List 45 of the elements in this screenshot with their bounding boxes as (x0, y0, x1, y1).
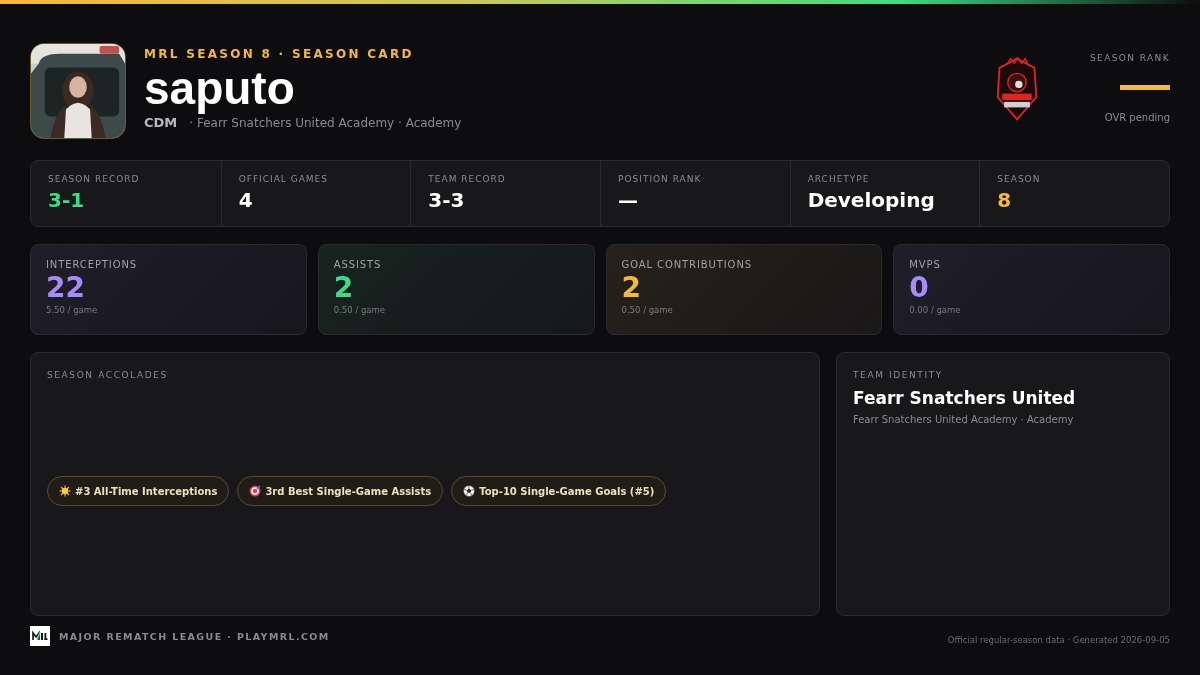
stat-value: — (618, 188, 639, 212)
team-crest-icon (994, 55, 1040, 123)
panel-title: SEASON ACCOLADES (47, 370, 169, 380)
sun-icon (59, 485, 71, 497)
stat-label: TEAM RECORD (428, 174, 507, 184)
stat-label: SEASON (997, 174, 1042, 184)
player-name: saputo (144, 63, 296, 113)
stat-value: 2 (621, 272, 642, 304)
soccer-ball-icon (463, 485, 476, 497)
stat-value: 3-3 (428, 188, 466, 212)
target-icon (249, 485, 262, 497)
panel-title: TEAM IDENTITY (853, 370, 944, 380)
accolade-badge: 3rd Best Single-Game Assists (237, 476, 444, 506)
position-label: CDM (144, 115, 178, 130)
stat-label: POSITION RANK (618, 174, 703, 184)
stat-label: SEASON RECORD (48, 174, 141, 184)
stat-value: 8 (997, 188, 1013, 212)
accolade-badge: #3 All-Time Interceptions (47, 476, 230, 506)
stat-label: GOAL CONTRIBUTIONS (621, 259, 753, 270)
per-game-rate: 5.50 / game (46, 305, 99, 315)
team-subtitle: Fearr Snatchers United Academy · Academy (853, 414, 1075, 425)
stat-value: 3-1 (48, 188, 86, 212)
ovr-note: OVR pending (1104, 112, 1170, 123)
per-game-rate: 0.50 / game (621, 305, 674, 315)
rank-placeholder-bar (1120, 85, 1170, 90)
league-credit: MAJOR REMATCH LEAGUE · PLAYMRL.COM (59, 630, 330, 642)
stat-label: ASSISTS (333, 259, 383, 270)
per-game-rate: 0.50 / game (333, 305, 387, 315)
stat-label: ARCHETYPE (807, 174, 871, 184)
per-game-rate: 0.00 / game (909, 305, 962, 315)
stat-value: 4 (238, 188, 254, 212)
season-card-heading: MRL SEASON 8 · SEASON CARD (144, 47, 415, 61)
stat-value: 22 (46, 272, 86, 304)
stat-value: 0 (909, 272, 930, 304)
team-line: · Fearr Snatchers United Academy · Academy (189, 116, 462, 130)
team-name: Fearr Snatchers United (853, 388, 1077, 408)
league-logo-icon (30, 626, 50, 646)
data-note: Official regular-season data · Generated 2026-09-05 (947, 635, 1170, 645)
stat-label: INTERCEPTIONS (46, 259, 139, 270)
stat-label: MVPS (909, 259, 942, 270)
stat-value: 2 (333, 272, 355, 304)
stat-label: OFFICIAL GAMES (238, 174, 329, 184)
stat-value: Developing (807, 188, 936, 212)
accolade-badge: Top-10 Single-Game Goals (#5) (451, 476, 667, 506)
season-rank-label: SEASON RANK (1089, 53, 1170, 63)
